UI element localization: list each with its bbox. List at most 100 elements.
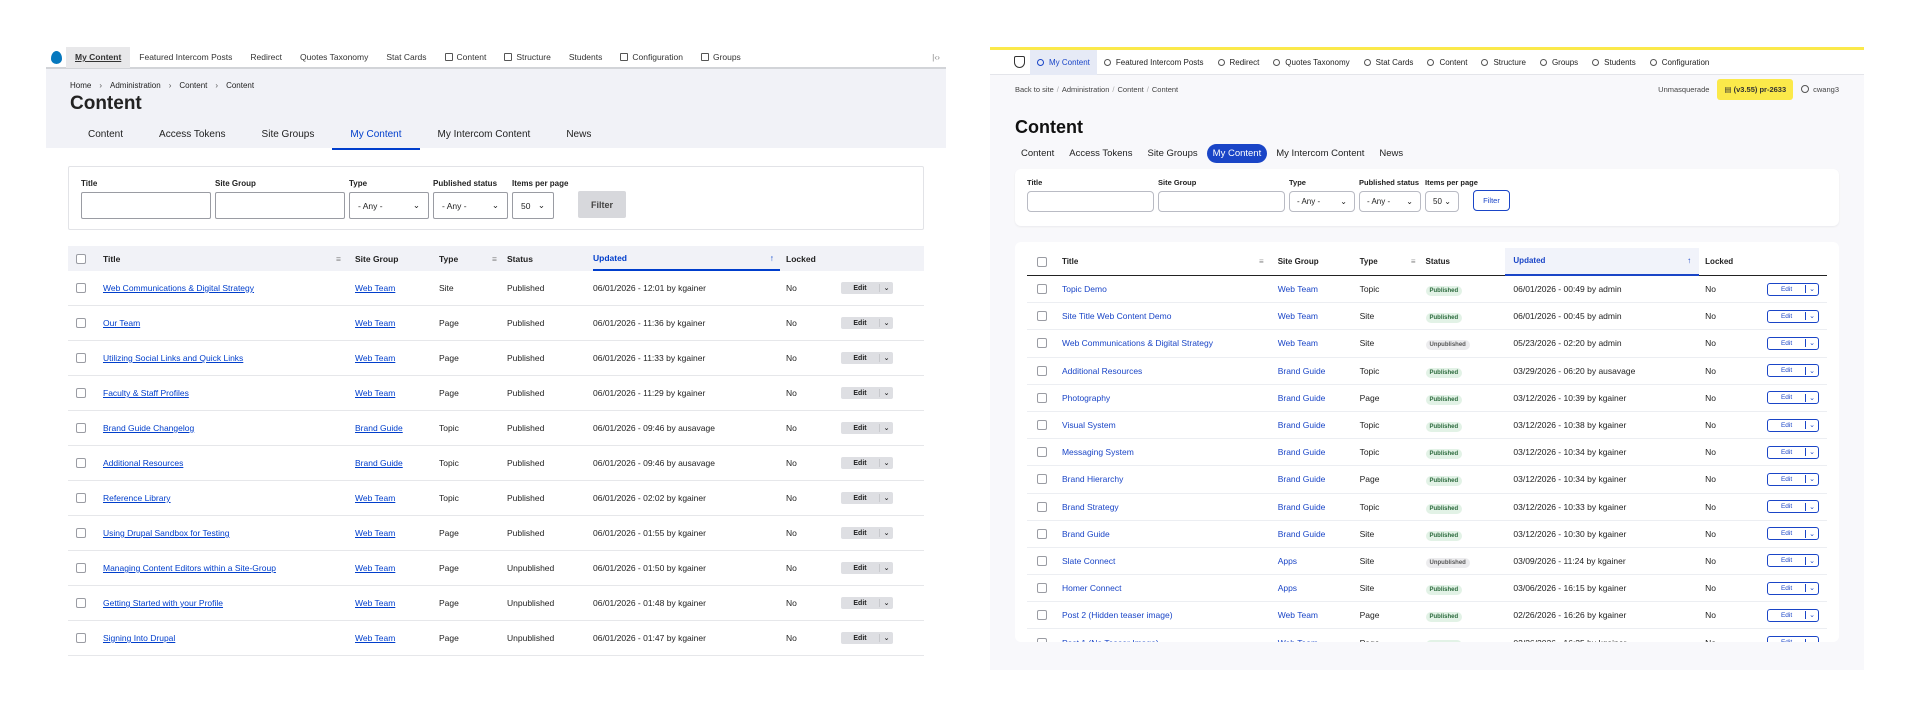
breadcrumb-item[interactable]: Content [1152, 85, 1178, 94]
edit-button[interactable]: Edit [841, 320, 879, 327]
row-title-link[interactable]: Additional Resources [1062, 366, 1142, 376]
toolbar-item-redirect[interactable]: Redirect [241, 47, 291, 68]
breadcrumb-item[interactable]: Content [179, 81, 207, 90]
edit-button[interactable]: Edit [1768, 476, 1805, 483]
row-checkbox[interactable] [1037, 338, 1047, 349]
chevron-down-icon[interactable]: ⌄ [1805, 529, 1818, 538]
published-filter-select[interactable]: - Any - ⌄ [1359, 191, 1421, 212]
toolbar-item-structure[interactable]: Structure [495, 47, 560, 68]
tab-access-tokens[interactable]: Access Tokens [141, 125, 244, 150]
chevron-down-icon[interactable]: ⌄ [879, 354, 893, 362]
chevron-down-icon[interactable]: ⌄ [879, 529, 893, 537]
row-checkbox[interactable] [1037, 420, 1047, 431]
chevron-down-icon[interactable]: ⌄ [1805, 448, 1818, 457]
chevron-down-icon[interactable]: ⌄ [1805, 584, 1818, 593]
column-status[interactable]: Status [507, 254, 593, 264]
row-site-group-link[interactable]: Web Team [355, 598, 395, 608]
edit-button[interactable]: Edit [841, 460, 879, 467]
edit-button[interactable]: Edit [841, 425, 879, 432]
row-title-link[interactable]: Brand Guide Changelog [103, 423, 194, 433]
user-menu[interactable]: cwang3 [1801, 85, 1839, 94]
column-type[interactable]: Type ≡ [1360, 257, 1426, 266]
row-title-link[interactable]: Utilizing Social Links and Quick Links [103, 353, 243, 363]
column-status[interactable]: Status [1426, 257, 1506, 266]
chevron-down-icon[interactable]: ⌄ [879, 319, 893, 327]
edit-button[interactable]: Edit [1768, 422, 1805, 429]
edit-button[interactable]: Edit [1768, 449, 1805, 456]
row-checkbox[interactable] [1037, 474, 1047, 485]
select-all-checkbox[interactable] [1037, 256, 1047, 267]
row-site-group-link[interactable]: Web Team [355, 493, 395, 503]
drupal-logo-icon[interactable] [46, 47, 66, 68]
edit-button[interactable]: Edit [1768, 286, 1805, 293]
edit-button[interactable]: Edit [1768, 394, 1805, 401]
chevron-down-icon[interactable]: ⌄ [879, 284, 893, 292]
row-title-link[interactable]: Reference Library [103, 493, 171, 503]
chevron-down-icon[interactable]: ⌄ [1805, 502, 1818, 511]
toolbar-item-students[interactable]: Students [560, 47, 612, 68]
chevron-down-icon[interactable]: ⌄ [879, 424, 893, 432]
edit-button[interactable]: Edit [1768, 313, 1805, 320]
row-site-group-link[interactable]: Brand Guide [1278, 366, 1326, 376]
row-site-group-link[interactable]: Web Team [1278, 338, 1318, 348]
row-checkbox[interactable] [76, 528, 86, 538]
toolbar-item-content[interactable]: Content [436, 47, 496, 68]
breadcrumb-item[interactable]: Administration [110, 81, 161, 90]
site-group-filter-input[interactable] [1158, 191, 1285, 212]
row-title-link[interactable]: Web Communications & Digital Strategy [1062, 338, 1213, 348]
column-type[interactable]: Type ≡ [439, 254, 507, 264]
edit-button[interactable]: Edit [841, 635, 879, 642]
row-site-group-link[interactable]: Web Team [355, 388, 395, 398]
toolbar-item-content[interactable]: Content [1420, 50, 1474, 75]
row-checkbox[interactable] [1037, 311, 1047, 322]
chevron-down-icon[interactable]: ⌄ [1805, 393, 1818, 402]
row-checkbox[interactable] [76, 283, 86, 293]
row-site-group-link[interactable]: Apps [1278, 556, 1297, 566]
row-checkbox[interactable] [1037, 610, 1047, 621]
row-checkbox[interactable] [1037, 365, 1047, 376]
row-site-group-link[interactable]: Web Team [1278, 284, 1318, 294]
breadcrumb-item[interactable]: Administration [1062, 85, 1110, 94]
title-filter-input[interactable] [81, 192, 211, 219]
tab-news[interactable]: News [1373, 144, 1409, 163]
edit-button[interactable]: Edit [841, 355, 879, 362]
type-filter-select[interactable]: - Any - ⌄ [349, 192, 429, 219]
row-title-link[interactable]: Messaging System [1062, 447, 1134, 457]
row-checkbox[interactable] [1037, 555, 1047, 566]
column-title[interactable]: Title ≡ [103, 254, 355, 264]
toolbar-item-redirect[interactable]: Redirect [1211, 50, 1267, 75]
tab-site-groups[interactable]: Site Groups [1141, 144, 1203, 163]
column-updated[interactable]: Updated ↑ [1505, 247, 1700, 276]
row-site-group-link[interactable]: Web Team [355, 633, 395, 643]
toolbar-item-structure[interactable]: Structure [1474, 50, 1532, 75]
column-updated[interactable]: Updated ↑ [593, 246, 780, 271]
toolbar-item-students[interactable]: Students [1585, 50, 1643, 75]
title-filter-input[interactable] [1027, 191, 1154, 212]
row-checkbox[interactable] [76, 563, 86, 573]
toolbar-item-my-content[interactable]: My Content [1030, 50, 1097, 75]
toolbar-item-featured-intercom-posts[interactable]: Featured Intercom Posts [1097, 50, 1211, 75]
row-site-group-link[interactable]: Brand Guide [1278, 447, 1326, 457]
row-checkbox[interactable] [1037, 637, 1047, 642]
select-all-checkbox[interactable] [76, 253, 86, 264]
toolbar-item-configuration[interactable]: Configuration [1643, 50, 1717, 75]
row-site-group-link[interactable]: Web Team [1278, 610, 1318, 620]
chevron-down-icon[interactable]: ⌄ [879, 459, 893, 467]
chevron-down-icon[interactable]: ⌄ [1805, 285, 1818, 294]
row-site-group-link[interactable]: Brand Guide [355, 423, 403, 433]
row-title-link[interactable]: Site Title Web Content Demo [1062, 311, 1171, 321]
row-title-link[interactable]: Homer Connect [1062, 583, 1122, 593]
breadcrumb-item[interactable]: Back to site [1015, 85, 1054, 94]
edit-button[interactable]: Edit [1768, 639, 1805, 642]
chevron-down-icon[interactable]: ⌄ [879, 599, 893, 607]
column-site-group[interactable]: Site Group [1278, 257, 1360, 266]
chevron-down-icon[interactable]: ⌄ [1805, 339, 1818, 348]
column-locked[interactable]: Locked [1699, 257, 1767, 266]
chevron-down-icon[interactable]: ⌄ [1805, 421, 1818, 430]
edit-button[interactable]: Edit [1768, 530, 1805, 537]
items-per-page-select[interactable]: 50 ⌄ [512, 192, 554, 219]
toolbar-item-groups[interactable]: Groups [692, 47, 750, 68]
row-title-link[interactable]: Managing Content Editors within a Site-G… [103, 563, 276, 573]
edit-button[interactable]: Edit [1768, 340, 1805, 347]
row-title-link[interactable]: Getting Started with your Profile [103, 598, 223, 608]
